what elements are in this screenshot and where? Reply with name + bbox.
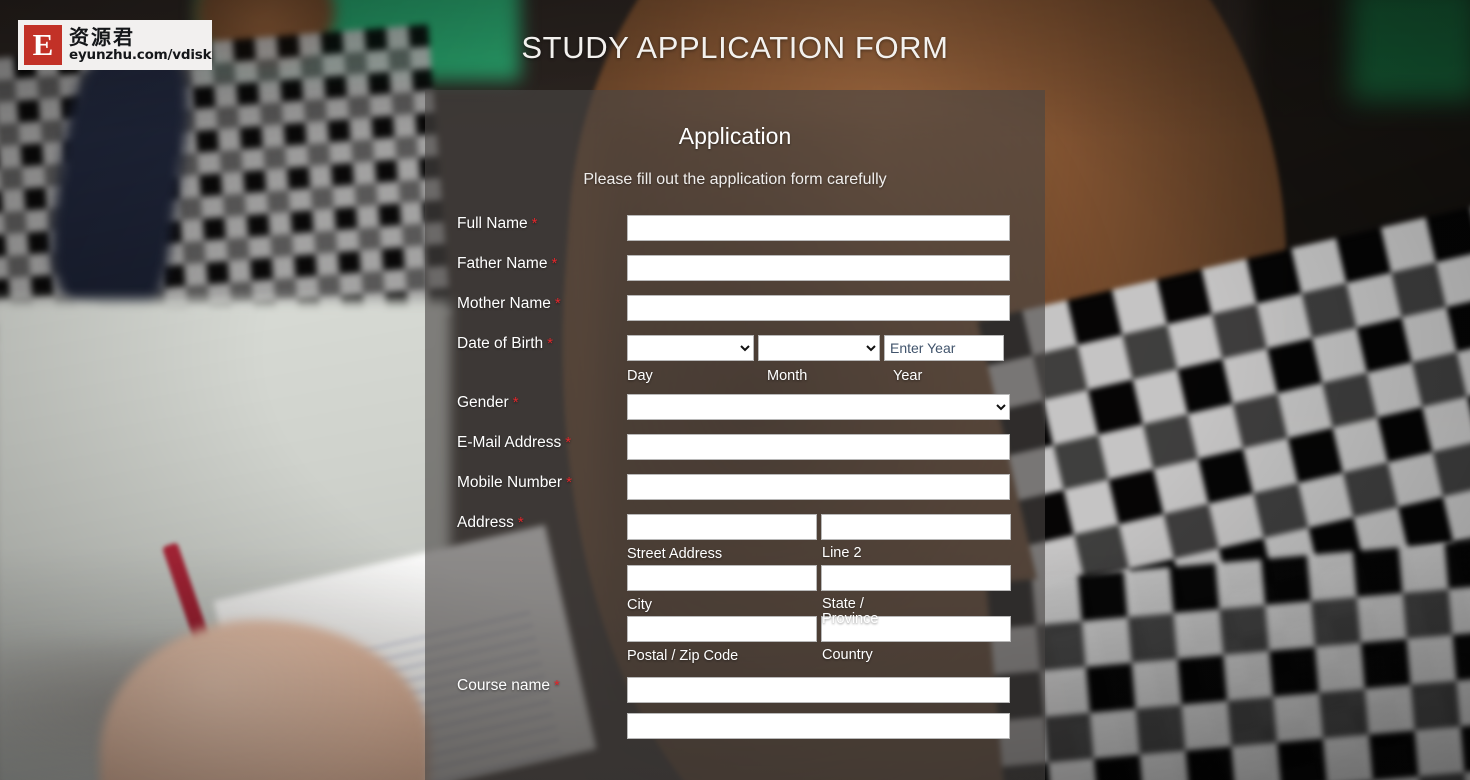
address-sublabels-2: City State / Province bbox=[627, 596, 1045, 627]
label-email: E-Mail Address * bbox=[457, 434, 627, 452]
required-marker: * bbox=[554, 677, 560, 694]
address-city-sublabel: City bbox=[627, 597, 652, 613]
mother-name-input[interactable] bbox=[627, 295, 1010, 321]
address-street-input[interactable] bbox=[627, 514, 817, 540]
address-postal-input[interactable] bbox=[627, 616, 817, 642]
required-marker: * bbox=[551, 255, 558, 272]
address-line-1 bbox=[627, 514, 1045, 540]
label-course-name: Course name * bbox=[457, 677, 627, 695]
screenshot-root: E 资源君 eyunzhu.com/vdisk STUDY APPLICATIO… bbox=[0, 0, 1470, 780]
label-mobile-text: Mobile Number bbox=[457, 474, 563, 491]
control-father-name bbox=[627, 255, 1045, 281]
dob-month-sublabel: Month bbox=[767, 368, 808, 384]
address-postal-sublabel: Postal / Zip Code bbox=[627, 648, 739, 664]
label-father-name-text: Father Name bbox=[457, 255, 548, 272]
label-address: Address * bbox=[457, 514, 627, 532]
control-mother-name bbox=[627, 295, 1045, 321]
required-marker: * bbox=[512, 394, 519, 411]
control-address: Street Address Line 2 City State / Provi… bbox=[627, 514, 1045, 667]
address-state-sublabel: State / Province bbox=[822, 596, 879, 628]
label-course-name-text: Course name bbox=[457, 677, 551, 694]
address-line2-input[interactable] bbox=[821, 514, 1011, 540]
gender-select[interactable] bbox=[627, 394, 1010, 420]
label-gender: Gender * bbox=[457, 394, 627, 412]
form-body: Full Name* Father Name* Mother Name* bbox=[425, 201, 1045, 739]
control-mobile bbox=[627, 474, 1045, 500]
required-marker: * bbox=[566, 474, 572, 491]
required-marker: * bbox=[517, 514, 524, 531]
form-heading: Application bbox=[678, 123, 792, 149]
label-mother-name: Mother Name * bbox=[457, 295, 627, 313]
field-row-father-name: Father Name * bbox=[425, 255, 1045, 281]
watermark-text: 资源君 eyunzhu.com/vdisk bbox=[69, 25, 212, 64]
watermark-logo: E 资源君 eyunzhu.com/vdisk bbox=[18, 20, 212, 70]
label-mother-name-text: Mother Name bbox=[457, 295, 551, 312]
address-sublabels-3: Postal / Zip Code Country bbox=[627, 647, 1045, 667]
control-course-name bbox=[627, 677, 1045, 739]
course-name-input[interactable] bbox=[627, 677, 1010, 703]
label-address-text: Address bbox=[457, 514, 514, 531]
address-state-sublabel-wrap: State / Province bbox=[822, 596, 1012, 627]
address-country-sublabel-wrap: Country bbox=[822, 647, 1012, 667]
label-full-name: Full Name * bbox=[457, 215, 627, 233]
dob-sublabels: Day Month Year bbox=[627, 368, 1045, 384]
label-mobile: Mobile Number * bbox=[457, 474, 627, 492]
field-row-address: Address * Street Address Line 2 City Sta… bbox=[425, 514, 1045, 667]
field-row-gender: Gender * bbox=[425, 394, 1045, 420]
dob-year-input[interactable] bbox=[884, 335, 1004, 361]
field-row-course-name: Course name * bbox=[425, 677, 1045, 739]
email-input[interactable] bbox=[627, 434, 1010, 460]
label-father-name: Father Name * bbox=[457, 255, 627, 273]
dob-day-sublabel: Day bbox=[627, 368, 653, 384]
control-gender bbox=[627, 394, 1045, 420]
page-title: STUDY APPLICATION FORM bbox=[521, 30, 949, 65]
dob-month-select[interactable] bbox=[758, 335, 880, 361]
required-marker: * bbox=[554, 295, 561, 312]
dob-year-sublabel: Year bbox=[893, 368, 923, 384]
father-name-input[interactable] bbox=[627, 255, 1010, 281]
required-marker: * bbox=[565, 434, 572, 451]
watermark-url-text: eyunzhu.com/vdisk bbox=[69, 47, 212, 64]
form-subheading: Please fill out the application form car… bbox=[583, 171, 887, 188]
label-date-of-birth: Date of Birth * bbox=[457, 335, 627, 353]
field-row-date-of-birth: Date of Birth* Day Month Year bbox=[425, 335, 1045, 384]
label-date-of-birth-text: Date of Birth bbox=[457, 335, 544, 352]
address-city-input[interactable] bbox=[627, 565, 817, 591]
control-email bbox=[627, 434, 1045, 460]
label-email-text: E-Mail Address bbox=[457, 434, 562, 451]
label-gender-text: Gender bbox=[457, 394, 509, 411]
full-name-input[interactable] bbox=[627, 215, 1010, 241]
field-row-mother-name: Mother Name * bbox=[425, 295, 1045, 321]
address-line-2 bbox=[627, 565, 1045, 591]
watermark-e-icon: E bbox=[24, 25, 62, 65]
control-date-of-birth: Day Month Year bbox=[627, 335, 1045, 384]
address-country-sublabel: Country bbox=[822, 647, 873, 663]
address-state-input[interactable] bbox=[821, 565, 1011, 591]
dob-day-select[interactable] bbox=[627, 335, 754, 361]
label-full-name-text: Full Name bbox=[457, 215, 528, 232]
required-marker: * bbox=[547, 335, 553, 352]
field-row-mobile: Mobile Number * bbox=[425, 474, 1045, 500]
next-field-input[interactable] bbox=[627, 713, 1010, 739]
address-line2-sublabel-wrap: Line 2 bbox=[822, 545, 1012, 565]
address-sublabels-1: Street Address Line 2 bbox=[627, 545, 1045, 565]
field-row-email: E-Mail Address * bbox=[425, 434, 1045, 460]
dob-inputs bbox=[627, 335, 1045, 361]
control-full-name bbox=[627, 215, 1045, 241]
address-street-sublabel: Street Address bbox=[627, 546, 723, 562]
watermark-brand: 资源君 bbox=[69, 25, 135, 50]
application-form-panel: Application Please fill out the applicat… bbox=[425, 90, 1045, 780]
mobile-input[interactable] bbox=[627, 474, 1010, 500]
required-marker: * bbox=[531, 215, 538, 232]
field-row-full-name: Full Name * bbox=[425, 215, 1045, 241]
address-line2-sublabel: Line 2 bbox=[822, 545, 862, 561]
